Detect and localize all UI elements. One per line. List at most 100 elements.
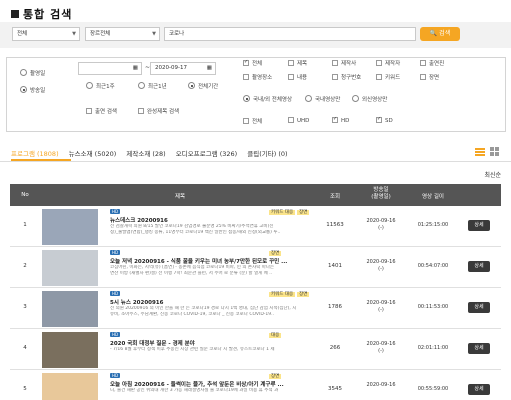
row-broadcast-date: 2020-09-16 [366,300,396,306]
row-title[interactable]: 2020 국회 대정부 질문 - 경제 분야 [110,339,195,347]
tab-news[interactable]: 뉴스소재 (5020) [69,150,117,158]
tab-audio[interactable]: 오디오프로그램 (326) [176,150,237,158]
tag-badges: 대응 [267,332,282,338]
checkbox-icon [86,108,92,114]
grid-view-icon[interactable] [490,147,500,159]
tag-badge: 장면 [269,251,282,256]
scope-select[interactable]: 전체 ▼ [12,27,80,41]
col-date: 방송일 (촬영일) [371,187,391,200]
field-producer[interactable]: 제작자 [376,59,400,67]
tag-badge: 장면 [297,292,310,297]
field-location[interactable]: 촬영장소 [243,73,272,81]
chevron-down-icon: ▼ [72,31,76,37]
period-1year[interactable]: 최근1년 [138,82,167,90]
tab-production[interactable]: 제작소재 (28) [126,150,165,158]
sort-order[interactable]: 최신순 [484,170,501,179]
calendar-icon: ▦ [206,65,212,71]
date-type-shoot[interactable]: 촬영일 [20,69,45,77]
video-all[interactable]: 국내/외 전체영상 [243,95,292,103]
chevron-down-icon: ▼ [152,31,156,37]
period-1week[interactable]: 최근1주 [86,82,115,90]
field-scene[interactable]: 장면 [420,73,439,81]
checkbox-icon [332,60,338,66]
row-broadcast-date: 2020-09-16 [366,218,396,224]
video-foreign-label: 외신영상만 [362,97,388,103]
extra-cast-search-label: 출연 검색 [95,109,117,115]
row-views: 3545 [328,386,342,392]
res-uhd-label: UHD [297,118,310,124]
checkbox-icon [288,74,294,80]
table-row: 3 HD 키워드 대응 장면 5시 뉴스 20200916 전 의원 20200916 의… [10,288,501,329]
row-views: 11563 [326,222,344,228]
date-type-broadcast-label: 방송일 [30,88,46,94]
list-view-icon[interactable] [475,147,485,159]
detail-button[interactable]: 상세 [468,343,490,354]
checkbox-icon [420,74,426,80]
checkbox-icon [332,74,338,80]
extra-title-search[interactable]: 완성제목 검색 [138,107,179,115]
field-cast[interactable]: 출연진 [420,59,444,67]
checkbox-checked-icon [243,59,249,66]
thumbnail-image[interactable] [42,291,98,327]
scope-select-value: 전체 [17,31,28,37]
field-producer-label: 제작자 [385,61,401,67]
thumbnail-image[interactable] [42,250,98,286]
row-broadcast-date: 2020-09-16 [366,341,396,347]
date-type-broadcast[interactable]: 방송일 [20,86,45,94]
row-length: 01:25:15:00 [417,222,449,228]
thumbnail-image[interactable] [42,332,98,368]
field-cast-label: 출연진 [429,61,445,67]
genre-select[interactable]: 장르전체 ▼ [85,27,160,41]
res-sd[interactable]: SD [376,116,393,124]
row-length: 02:01:11:00 [417,345,449,351]
table-row: 1 HD 키워드 대응 장면 뉴스데스크 20200916 전 검찰개혁 의원 8/15 … [10,206,501,247]
detail-button[interactable]: 상세 [468,384,490,395]
search-input[interactable]: 코로나 [164,27,416,41]
period-1week-label: 최근1주 [96,84,115,90]
date-to-value: 2020-09-17 [155,65,187,71]
row-title[interactable]: 뉴스데스크 20200916 [110,216,168,224]
thumbnail-image[interactable] [42,373,98,400]
checkbox-icon [420,60,426,66]
res-hd[interactable]: HD [332,116,349,124]
checkbox-icon [243,74,249,80]
hd-badge: HD [110,373,121,378]
radio-icon [86,82,93,89]
search-icon: 🔍 [429,30,438,37]
detail-button[interactable]: 상세 [468,302,490,313]
res-all[interactable]: 전체 [243,117,262,125]
res-all-label: 전체 [252,119,263,125]
date-to-field[interactable]: 2020-09-17 ▦ [150,62,216,75]
row-title[interactable]: 5시 뉴스 20200916 [110,298,163,306]
field-content[interactable]: 내용 [288,73,307,81]
video-foreign[interactable]: 외신영상만 [352,95,387,103]
row-views: 266 [329,345,341,351]
tag-badge: 대응 [269,333,282,338]
row-title[interactable]: 오늘 저녁 20200916 - 식품 꿀을 키우는 미녀 농부/7만한 된모로… [110,257,287,265]
period-all[interactable]: 전체기간 [188,82,218,90]
field-claim-no[interactable]: 청구번호 [332,73,361,81]
detail-button[interactable]: 상세 [468,261,490,272]
field-claim-no-label: 청구번호 [341,75,362,81]
tab-program[interactable]: 프로그램 (1808) [11,150,59,158]
field-producer-co[interactable]: 제작사 [332,59,356,67]
checkbox-icon [288,117,294,123]
field-title[interactable]: 제목 [288,59,307,67]
video-domestic[interactable]: 국내영상만 [305,95,340,103]
detail-button[interactable]: 상세 [468,220,490,231]
search-button[interactable]: 🔍 검색 [420,27,460,41]
tag-badge: 장면 [269,374,282,379]
field-keyword[interactable]: 키워드 [376,73,400,81]
thumbnail-image[interactable] [42,209,98,245]
date-from-field[interactable]: ▦ [78,62,142,75]
res-uhd[interactable]: UHD [288,117,309,124]
extra-cast-search[interactable]: 출연 검색 [86,107,117,115]
tab-clip[interactable]: 클립(기타) (0) [247,150,287,158]
field-all[interactable]: 전체 [243,59,262,67]
field-location-label: 촬영장소 [252,75,273,81]
row-title[interactable]: 오늘 아침 20200916 - 들썩이는 물가, 추석 앞둔은 비상/아기 계… [110,380,284,388]
row-snippet: 니, 물건 재판 공인 위의대 개한 3 가능 재래설명사실 물 코로나19에 … [110,388,279,393]
page-title: 통합 검색 [11,6,72,22]
tab-active-indicator [11,159,71,161]
row-number: 5 [23,386,27,392]
